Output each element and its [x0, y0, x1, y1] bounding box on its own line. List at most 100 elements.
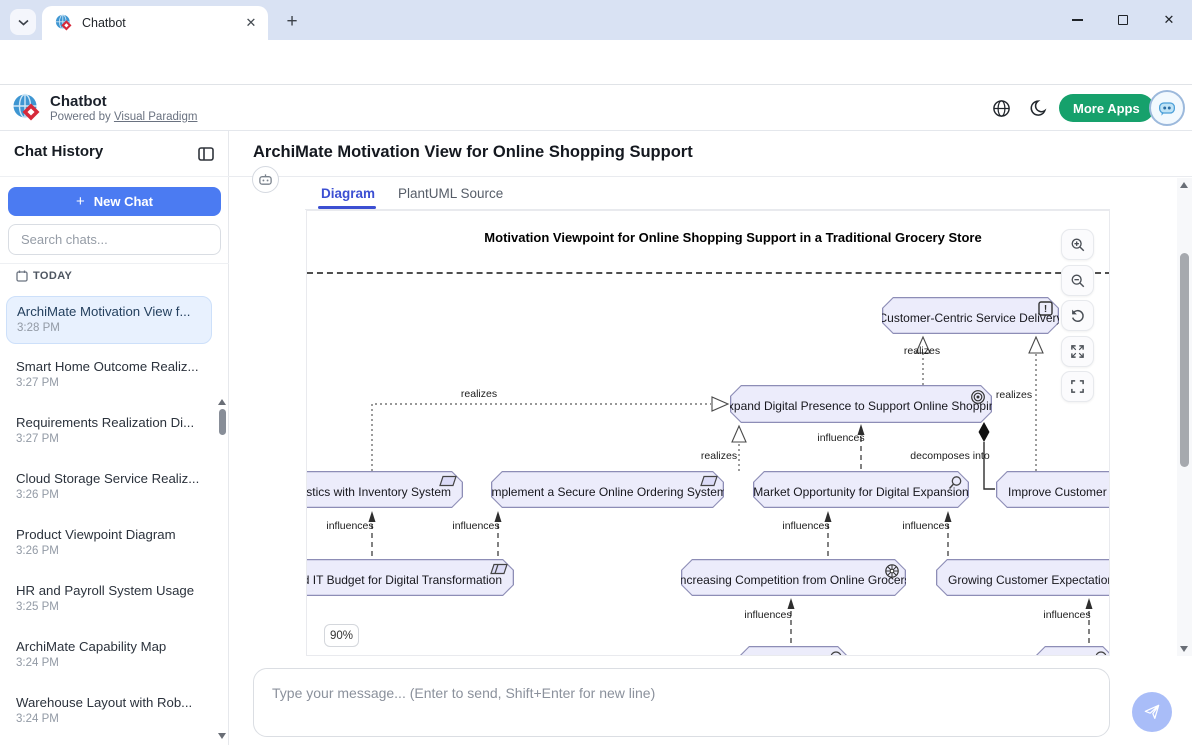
fit-expand-button[interactable]	[1061, 336, 1094, 367]
page-scrollbar[interactable]	[1177, 178, 1192, 656]
edge-label: influences	[326, 520, 373, 532]
tab-search-button[interactable]	[10, 9, 36, 35]
diagram-node-label	[1034, 646, 1110, 656]
diagram-node	[738, 646, 849, 656]
chat-history-item[interactable]: Requirements Realization Di... 3:27 PM	[6, 408, 212, 456]
scroll-up-icon[interactable]	[1180, 182, 1188, 188]
chat-history-item[interactable]: Smart Home Outcome Realiz... 3:27 PM	[6, 352, 212, 400]
divider	[229, 176, 1192, 177]
diagram-node: Growing Customer Expectation fo	[936, 559, 1110, 596]
chat-title: Product Viewpoint Diagram	[16, 527, 202, 542]
section-label-today: TODAY	[33, 270, 72, 282]
composer-box[interactable]	[253, 668, 1110, 737]
app-header: Chatbot Powered by Visual Paradigm More …	[0, 85, 1192, 131]
chat-time: 3:26 PM	[16, 545, 202, 557]
edge-label: realizes	[461, 388, 497, 400]
maximize-button[interactable]	[1100, 0, 1146, 40]
chat-time: 3:25 PM	[16, 601, 202, 613]
tab-strip: Chatbot ✕ + ✕	[0, 0, 1192, 40]
edge-label: influences	[902, 520, 949, 532]
chatbot-avatar-icon[interactable]	[1149, 90, 1185, 126]
divider	[0, 176, 229, 177]
edge-label: influences	[452, 520, 499, 532]
zoom-in-button[interactable]	[1061, 229, 1094, 260]
chat-title: Smart Home Outcome Realiz...	[16, 359, 202, 374]
chat-title: ArchiMate Motivation View f...	[17, 304, 201, 319]
fullscreen-button[interactable]	[1061, 371, 1094, 402]
edge-label: influences	[744, 609, 791, 621]
diagram-node	[1034, 646, 1110, 656]
diagram-node: ! Customer-Centric Service Delivery	[882, 297, 1059, 334]
assistant-avatar	[252, 166, 279, 193]
tab-close-icon[interactable]: ✕	[242, 14, 260, 32]
page-title: ArchiMate Motivation View for Online Sho…	[253, 143, 693, 162]
chat-time: 3:24 PM	[16, 713, 202, 725]
browser-window: Chatbot ✕ + ✕ ai-toolbox.visu	[0, 0, 1192, 745]
divider	[0, 263, 229, 264]
diagram-canvas: Motivation Viewpoint for Online Shopping…	[307, 211, 1110, 656]
sidebar-scroll-thumb[interactable]	[219, 409, 226, 435]
diagram-node-label: Implement a Secure Online Ordering Syste…	[491, 471, 724, 508]
chat-history-sidebar: Chat History + New Chat TODAY ArchiMate …	[0, 131, 229, 745]
chat-history-item[interactable]: ArchiMate Motivation View f... 3:28 PM	[6, 296, 212, 344]
edge-label: realizes	[996, 389, 1032, 401]
diagram-node: Increasing Competition from Online Groce…	[681, 559, 906, 596]
diagram-node: Expand Digital Presence to Support Onlin…	[730, 385, 992, 423]
visual-paradigm-favicon	[55, 14, 73, 32]
more-apps-button[interactable]: More Apps	[1059, 94, 1154, 122]
visual-paradigm-link[interactable]: Visual Paradigm	[114, 111, 198, 123]
chat-history-item[interactable]: Warehouse Layout with Rob... 3:24 PM	[6, 688, 212, 736]
new-chat-button[interactable]: + New Chat	[8, 187, 221, 216]
minimize-button[interactable]	[1054, 0, 1100, 40]
diagram-viewport[interactable]: Motivation Viewpoint for Online Shopping…	[306, 210, 1110, 656]
zoom-out-button[interactable]	[1061, 265, 1094, 296]
chat-time: 3:27 PM	[16, 433, 202, 445]
chat-time: 3:24 PM	[16, 657, 202, 669]
message-composer	[229, 657, 1192, 745]
chat-history-item[interactable]: Product Viewpoint Diagram 3:26 PM	[6, 520, 212, 568]
browser-tab[interactable]: Chatbot ✕	[42, 6, 268, 40]
chat-title: Warehouse Layout with Rob...	[16, 695, 202, 710]
search-chats-input[interactable]	[8, 224, 221, 255]
edge-label: influences	[1043, 609, 1090, 621]
chat-history-item[interactable]: ArchiMate Capability Map 3:24 PM	[6, 632, 212, 680]
dark-mode-moon-icon[interactable]	[1030, 99, 1048, 117]
scroll-up-icon[interactable]	[218, 399, 226, 405]
diagram-node-label: Growing Customer Expectation fo	[936, 559, 1110, 596]
window-close-button[interactable]: ✕	[1146, 0, 1192, 40]
edge-label: realizes	[701, 450, 737, 462]
chat-history-item[interactable]: Cloud Storage Service Realiz... 3:26 PM	[6, 464, 212, 512]
sidebar-title: Chat History	[14, 143, 103, 160]
edge-label: influences	[782, 520, 829, 532]
chat-title: HR and Payroll System Usage	[16, 583, 202, 598]
scroll-down-icon[interactable]	[218, 733, 226, 739]
scroll-down-icon[interactable]	[1180, 646, 1188, 652]
app-name: Chatbot	[50, 93, 107, 110]
language-globe-icon[interactable]	[992, 99, 1011, 118]
chat-time: 3:28 PM	[17, 322, 201, 334]
diagram-node: ogistics with Inventory System	[306, 471, 463, 508]
chat-time: 3:26 PM	[16, 489, 202, 501]
page-scroll-thumb[interactable]	[1180, 253, 1189, 467]
diagram-node-label: Expand Digital Presence to Support Onlin…	[730, 385, 992, 423]
chat-list: ArchiMate Motivation View f... 3:28 PM S…	[0, 288, 215, 745]
collapse-panel-icon[interactable]	[197, 145, 215, 163]
chat-history-item[interactable]: HR and Payroll System Usage 3:25 PM	[6, 576, 212, 624]
new-tab-button[interactable]: +	[280, 10, 304, 34]
chat-title: Requirements Realization Di...	[16, 415, 202, 430]
browser-toolbar: ai-toolbox.visual-paradigm.com/app/chatb…	[0, 40, 1192, 85]
calendar-icon	[16, 270, 28, 282]
reset-view-button[interactable]	[1061, 300, 1094, 331]
diagram-node-label: ited IT Budget for Digital Transformatio…	[306, 559, 514, 596]
sidebar-scrollbar[interactable]	[217, 264, 227, 741]
diagram-node: ited IT Budget for Digital Transformatio…	[306, 559, 514, 596]
diagram-node: Implement a Secure Online Ordering Syste…	[491, 471, 724, 508]
message-input[interactable]	[254, 669, 1109, 736]
tab-diagram[interactable]: Diagram	[321, 186, 375, 201]
tab-plantuml-source[interactable]: PlantUML Source	[398, 186, 503, 201]
diagram-node-label: Improve Customer Re	[996, 471, 1110, 508]
send-button[interactable]	[1132, 692, 1172, 732]
diagram-node-label: Market Opportunity for Digital Expansion	[753, 471, 969, 508]
diagram-node-label: Increasing Competition from Online Groce…	[681, 559, 906, 596]
diagram-node-label	[738, 646, 849, 656]
